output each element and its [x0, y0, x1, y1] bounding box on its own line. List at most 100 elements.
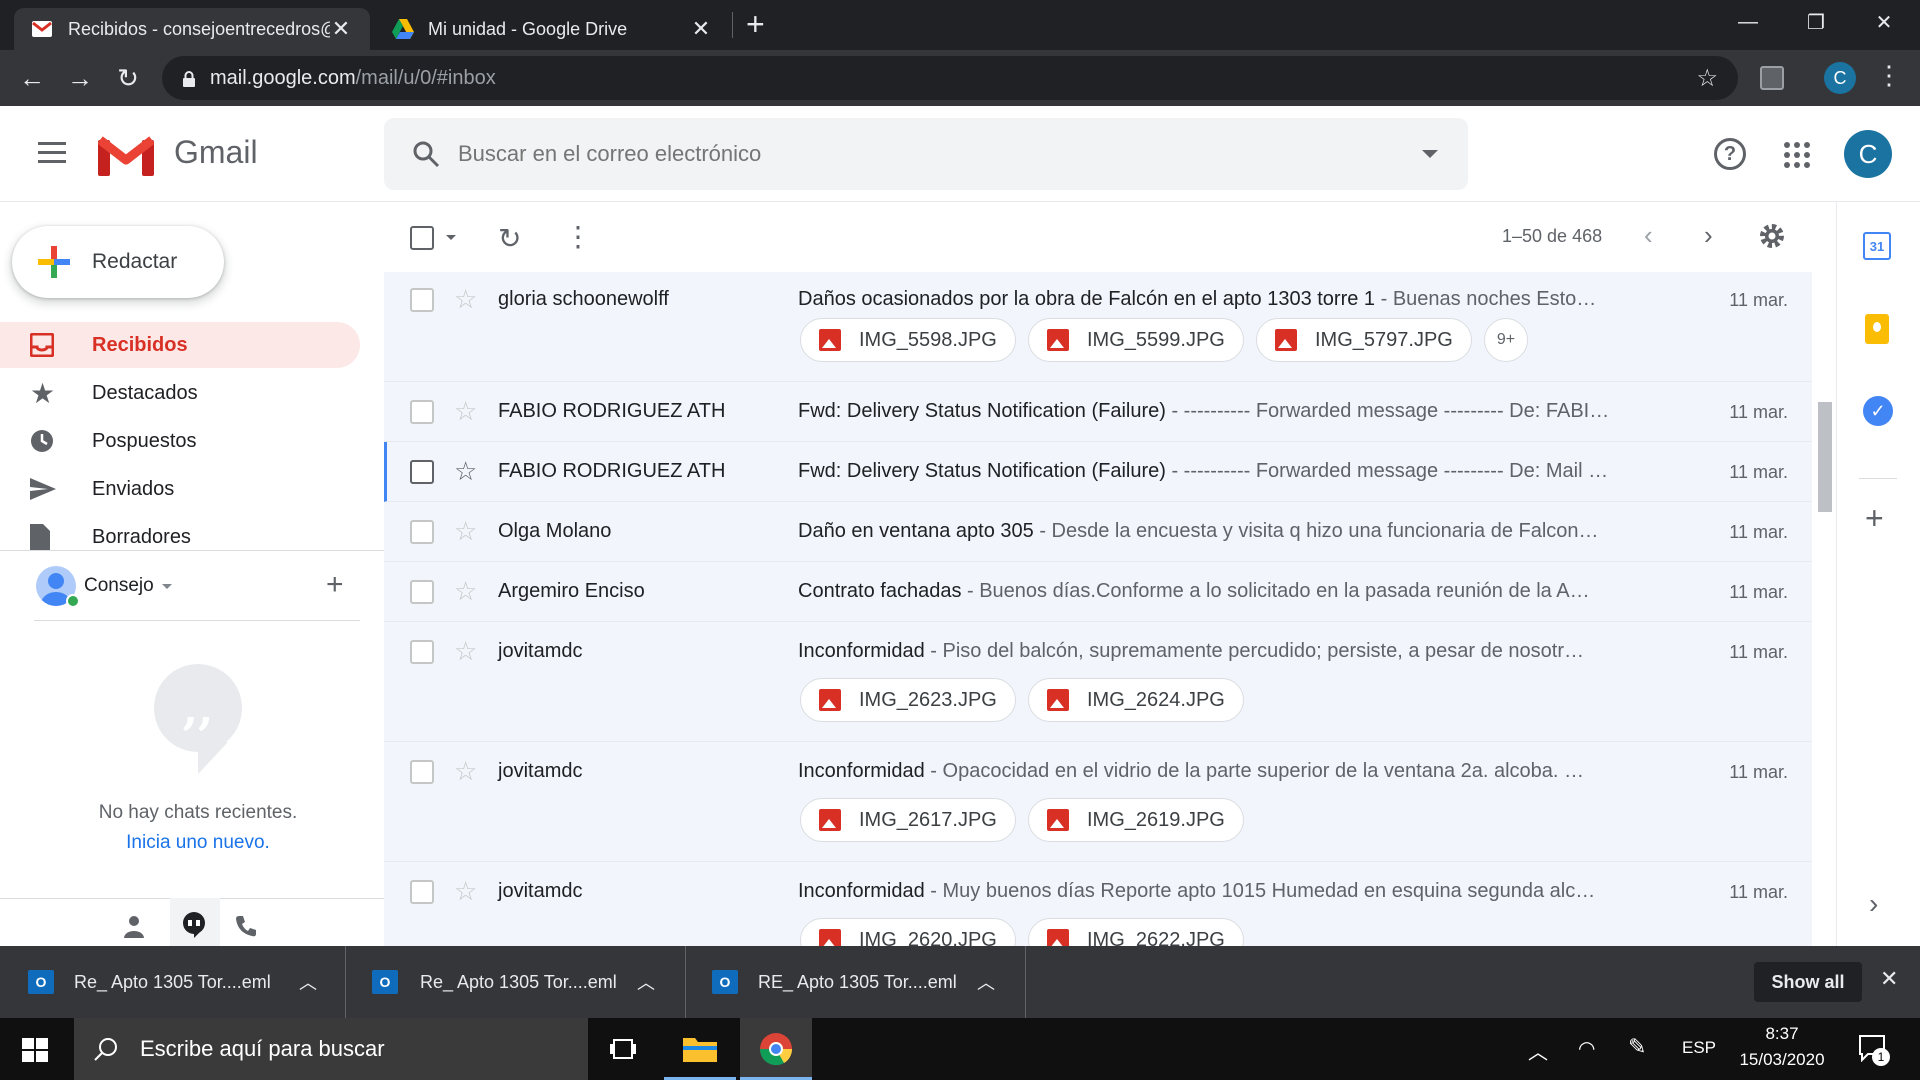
add-addon-plus-icon[interactable]: +	[1865, 500, 1884, 537]
scrollbar-thumb[interactable]	[1818, 402, 1832, 512]
star-icon[interactable]: ☆	[454, 458, 477, 484]
restore-icon[interactable]: ❐	[1782, 0, 1850, 44]
attachment-chip[interactable]: IMG_2624.JPG	[1028, 678, 1244, 722]
address-bar[interactable]: mail.google.com/mail/u/0/#inbox ☆	[162, 56, 1738, 100]
forward-arrow-icon[interactable]: →	[58, 50, 102, 106]
back-arrow-icon[interactable]: ←	[10, 50, 54, 106]
star-icon[interactable]: ☆	[454, 578, 477, 604]
row-checkbox[interactable]	[410, 880, 434, 904]
star-icon[interactable]: ☆	[454, 638, 477, 664]
sidebar-item-pospuestos[interactable]: Pospuestos	[0, 418, 360, 464]
tab-gmail[interactable]: Recibidos - consejoentrecedros@ ✕	[14, 8, 370, 50]
email-row[interactable]: ☆ Olga Molano Daño en ventana apto 305 -…	[384, 502, 1812, 562]
chevron-up-icon[interactable]: ︿	[637, 969, 655, 995]
prev-page-icon[interactable]: ‹	[1644, 220, 1653, 251]
expand-panel-chevron-icon[interactable]: ›	[1869, 888, 1878, 920]
task-view-icon[interactable]	[610, 1038, 636, 1063]
new-tab-button[interactable]: +	[746, 6, 765, 43]
search-icon[interactable]	[412, 140, 440, 168]
download-item[interactable]: O Re_ Apto 1305 Tor....eml ︿	[0, 946, 346, 1018]
hangouts-user[interactable]: Consejo	[36, 564, 172, 608]
close-window-icon[interactable]: ✕	[1850, 0, 1918, 44]
row-checkbox[interactable]	[410, 400, 434, 424]
apps-grid-icon[interactable]	[1784, 142, 1810, 171]
extension-icon[interactable]	[1760, 66, 1784, 90]
star-icon[interactable]: ☆	[454, 398, 477, 424]
taskbar-search[interactable]: Escribe aquí para buscar	[74, 1018, 588, 1080]
reload-icon[interactable]: ↻	[106, 50, 150, 106]
start-chat-link[interactable]: Inicia uno nuevo.	[0, 832, 396, 854]
phone-icon[interactable]	[234, 914, 258, 941]
email-row[interactable]: ☆ gloria schoonewolff Daños ocasionados …	[384, 272, 1812, 382]
row-checkbox[interactable]	[410, 580, 434, 604]
row-checkbox[interactable]	[410, 520, 434, 544]
bookmark-star-icon[interactable]: ☆	[1696, 64, 1718, 93]
pen-icon[interactable]: ✎	[1628, 1034, 1646, 1060]
chevron-up-icon[interactable]: ︿	[1528, 1036, 1548, 1065]
clock-time[interactable]: 8:37	[1740, 1024, 1824, 1044]
email-row[interactable]: ☆ FABIO RODRIGUEZ ATH Fwd: Delivery Stat…	[384, 382, 1812, 442]
sidebar-item-destacados[interactable]: ★ Destacados	[0, 370, 360, 416]
new-chat-plus-icon[interactable]: +	[326, 568, 344, 602]
close-icon[interactable]: ✕	[690, 16, 712, 42]
tab-hangouts[interactable]	[170, 898, 220, 946]
refresh-icon[interactable]: ↻	[498, 222, 521, 255]
row-checkbox[interactable]	[410, 288, 434, 312]
email-row[interactable]: ☆ jovitamdc Inconformidad - Muy buenos d…	[384, 862, 1812, 946]
sidebar-item-borradores[interactable]: Borradores	[0, 514, 360, 560]
download-item[interactable]: O Re_ Apto 1305 Tor....eml ︿	[346, 946, 686, 1018]
email-row[interactable]: ☆ FABIO RODRIGUEZ ATH Fwd: Delivery Stat…	[384, 442, 1812, 502]
attachment-chip[interactable]: IMG_2623.JPG	[800, 678, 1016, 722]
attachment-chip[interactable]: IMG_5599.JPG	[1028, 318, 1244, 362]
search-options-dropdown-icon[interactable]	[1422, 150, 1438, 158]
star-icon[interactable]: ☆	[454, 878, 477, 904]
email-row[interactable]: ☆ Argemiro Enciso Contrato fachadas - Bu…	[384, 562, 1812, 622]
download-item[interactable]: O RE_ Apto 1305 Tor....eml ︿	[686, 946, 1026, 1018]
minimize-icon[interactable]: —	[1714, 0, 1782, 44]
select-all-checkbox[interactable]	[410, 226, 434, 250]
tab-drive[interactable]: Mi unidad - Google Drive ✕	[374, 8, 730, 50]
attachment-chip[interactable]: IMG_2622.JPG	[1028, 918, 1244, 946]
attachment-chip[interactable]: IMG_2617.JPG	[800, 798, 1016, 842]
chevron-up-icon[interactable]: ︿	[977, 969, 995, 995]
select-dropdown-icon[interactable]	[446, 235, 456, 240]
profile-avatar[interactable]: C	[1824, 62, 1856, 94]
more-vert-icon[interactable]: ⋮	[1876, 60, 1902, 91]
row-checkbox[interactable]	[410, 640, 434, 664]
attachment-chip[interactable]: IMG_2619.JPG	[1028, 798, 1244, 842]
gmail-logo-icon[interactable]	[97, 134, 155, 179]
chevron-up-icon[interactable]: ︿	[299, 969, 317, 995]
star-icon[interactable]: ☆	[454, 518, 477, 544]
more-attachments-badge[interactable]: 9+	[1484, 318, 1528, 362]
next-page-icon[interactable]: ›	[1704, 220, 1713, 251]
star-icon[interactable]: ☆	[454, 286, 477, 312]
tasks-icon[interactable]: ✓	[1863, 396, 1893, 426]
clock-date[interactable]: 15/03/2020	[1734, 1050, 1830, 1070]
sidebar-item-enviados[interactable]: Enviados	[0, 466, 360, 512]
attachment-chip[interactable]: IMG_2620.JPG	[800, 918, 1016, 946]
contacts-person-icon[interactable]	[122, 914, 146, 941]
help-icon[interactable]: ?	[1714, 138, 1746, 170]
notifications-icon[interactable]: 1	[1858, 1034, 1890, 1066]
star-icon[interactable]: ☆	[454, 758, 477, 784]
network-icon[interactable]: ◠	[1578, 1036, 1595, 1061]
main-menu-icon[interactable]	[38, 142, 66, 167]
email-row[interactable]: ☆ jovitamdc Inconformidad - Piso del bal…	[384, 622, 1812, 742]
compose-button[interactable]: Redactar	[12, 226, 224, 298]
search-input[interactable]	[458, 141, 1422, 167]
attachment-chip[interactable]: IMG_5797.JPG	[1256, 318, 1472, 362]
language-indicator[interactable]: ESP	[1682, 1038, 1716, 1058]
account-avatar[interactable]: C	[1844, 130, 1892, 178]
close-icon[interactable]: ✕	[1880, 966, 1898, 992]
keep-icon[interactable]	[1865, 314, 1889, 344]
calendar-icon[interactable]: 31	[1863, 232, 1891, 260]
email-row[interactable]: ☆ jovitamdc Inconformidad - Opacocidad e…	[384, 742, 1812, 862]
attachment-chip[interactable]: IMG_5598.JPG	[800, 318, 1016, 362]
show-all-downloads-button[interactable]: Show all	[1754, 962, 1862, 1002]
more-vert-icon[interactable]: ⋮	[564, 220, 592, 253]
file-explorer-icon[interactable]	[664, 1018, 736, 1080]
search-box[interactable]	[384, 118, 1468, 190]
row-checkbox[interactable]	[410, 760, 434, 784]
close-icon[interactable]: ✕	[330, 16, 352, 42]
sidebar-item-recibidos[interactable]: Recibidos	[0, 322, 360, 368]
